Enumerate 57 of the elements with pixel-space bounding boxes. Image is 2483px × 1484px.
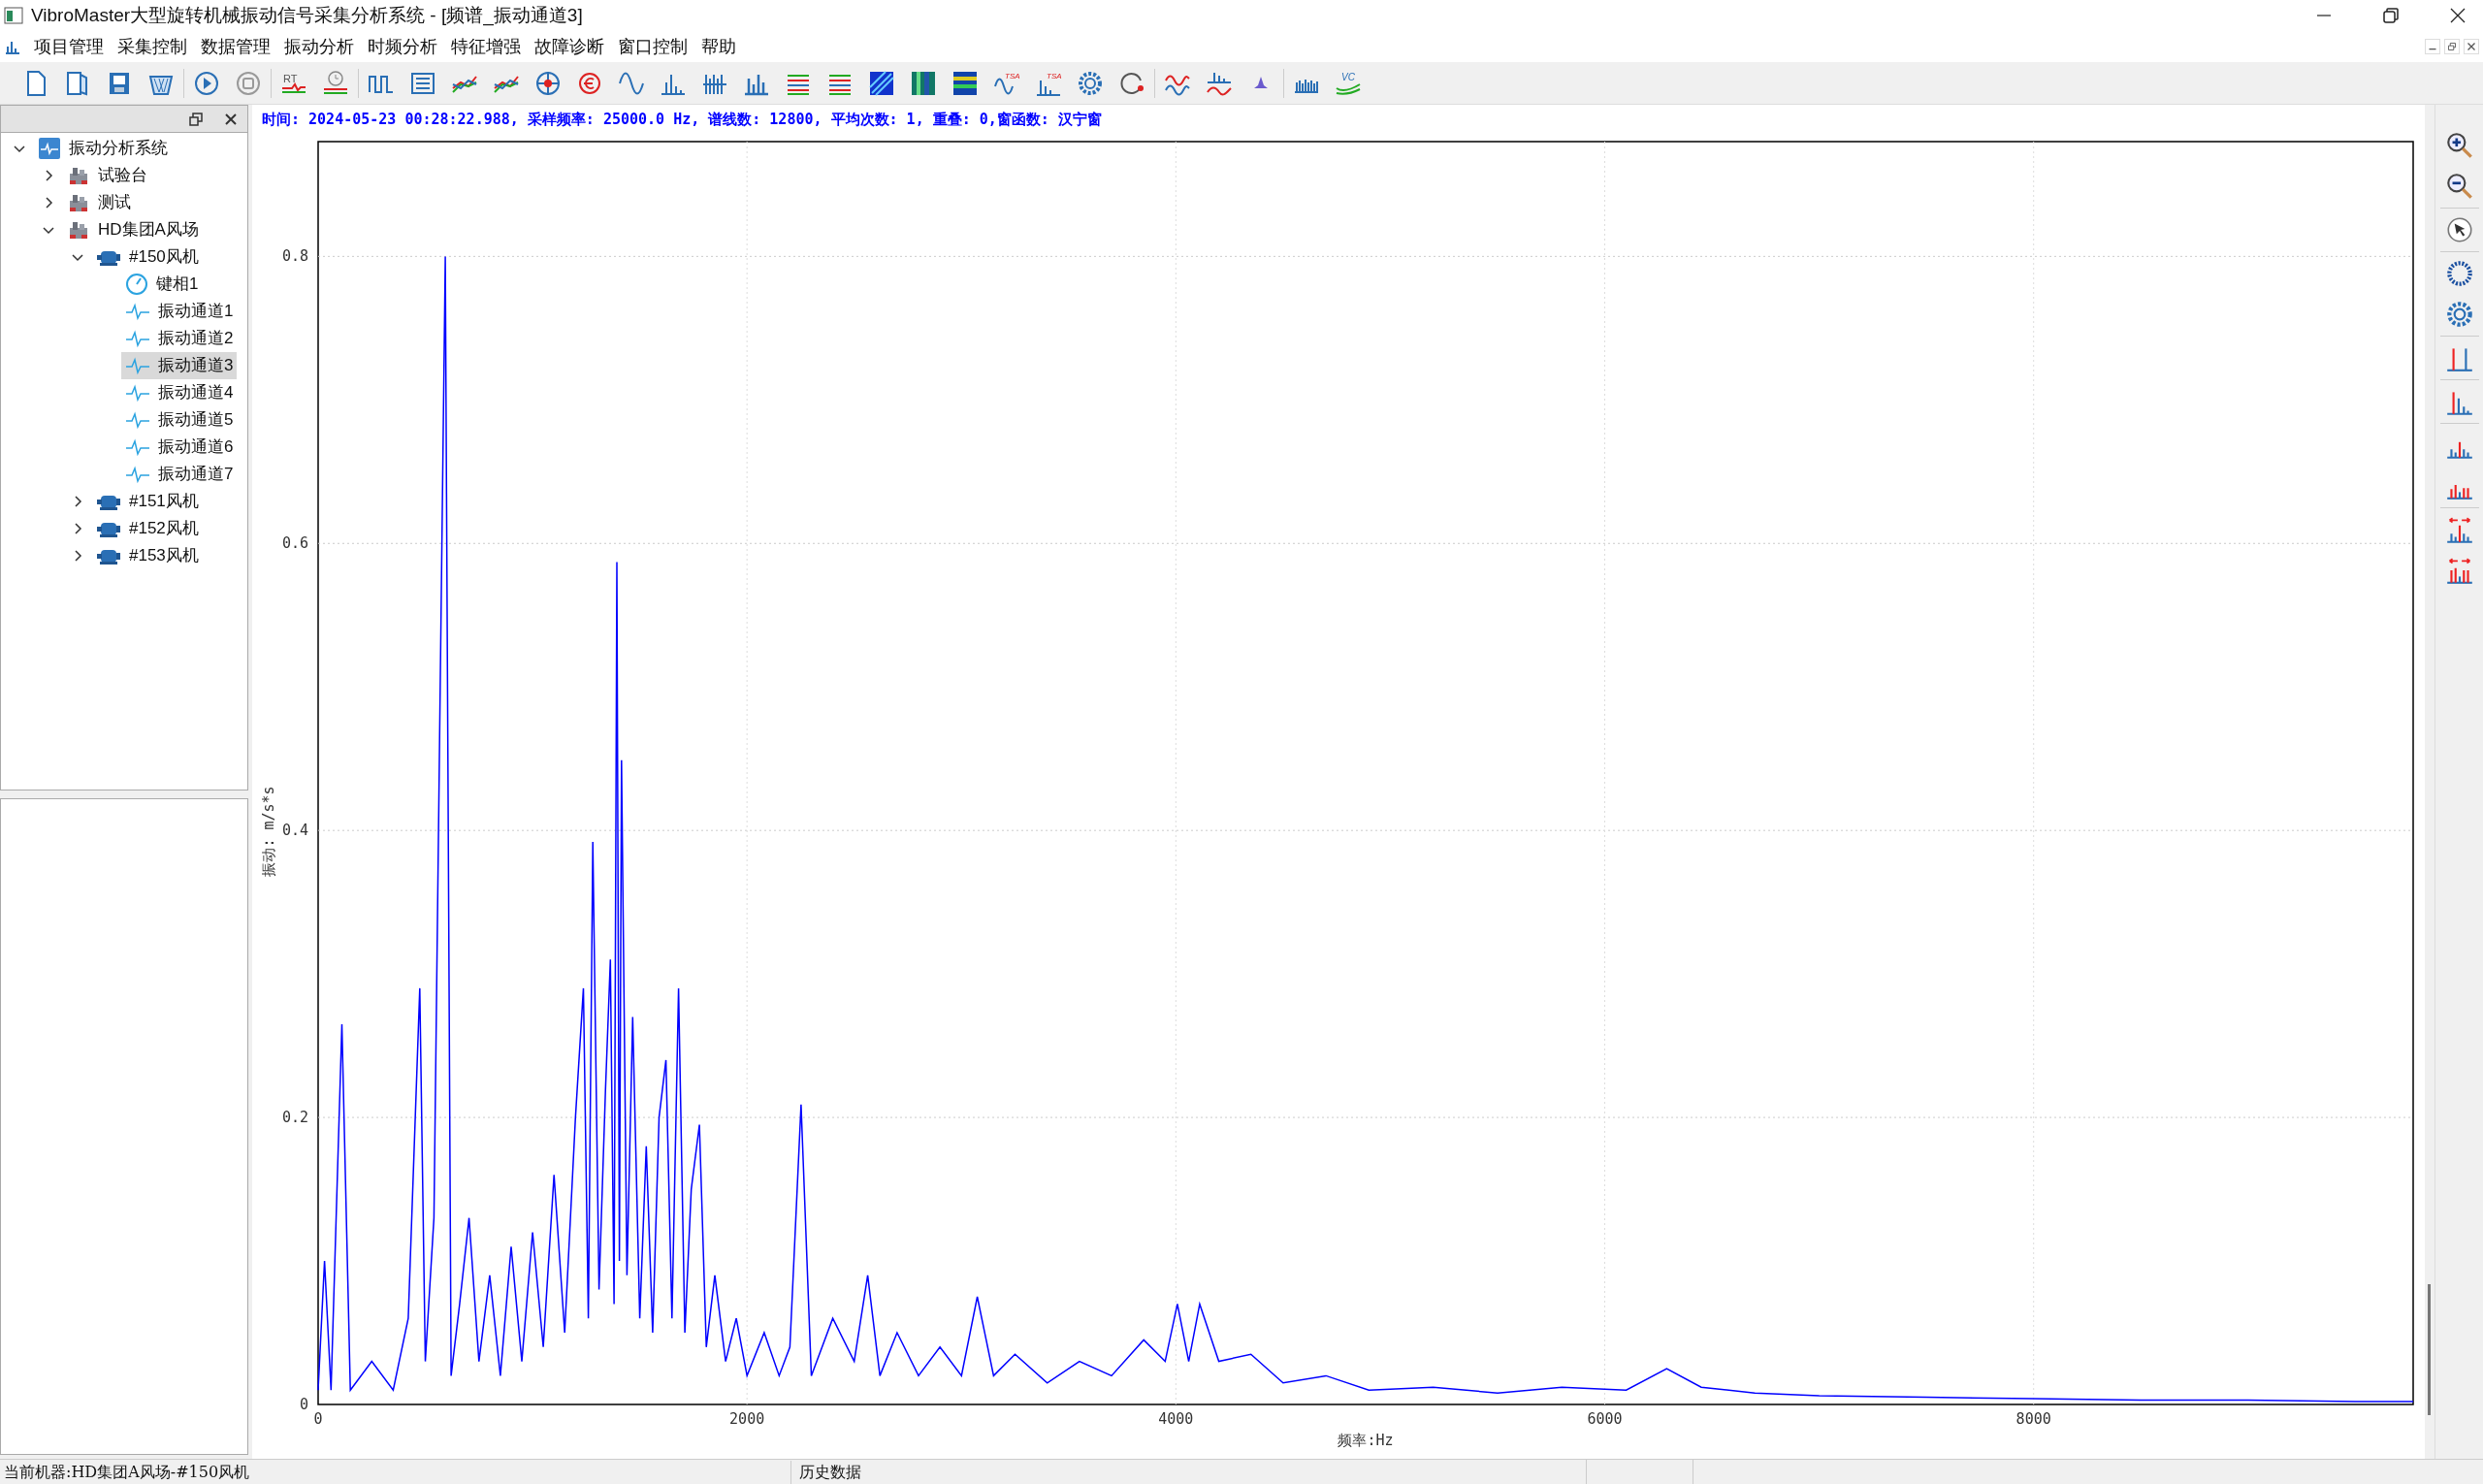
waveform-icon <box>125 465 150 484</box>
menu-item[interactable]: 故障诊断 <box>528 33 611 60</box>
tree-item[interactable]: 振动通道5 <box>121 406 238 434</box>
x-tick-label: 0 <box>313 1410 323 1428</box>
y-tick-label: 0.6 <box>281 534 308 553</box>
x-tick-label: 4000 <box>1158 1410 1194 1428</box>
app-icon <box>4 6 23 25</box>
tree-item[interactable]: #150风机 <box>92 243 203 271</box>
minimize-icon[interactable] <box>2425 39 2440 54</box>
tree-item[interactable]: 振动通道2 <box>121 325 238 352</box>
heatmap-icon[interactable] <box>867 68 896 98</box>
scrollbar[interactable] <box>2428 1284 2431 1415</box>
x-tick-label: 6000 <box>1587 1410 1623 1428</box>
x-tick-label: 2000 <box>729 1410 765 1428</box>
tree-item[interactable]: #152风机 <box>92 515 203 542</box>
menu-item[interactable]: 时频分析 <box>361 33 444 60</box>
menu-item[interactable]: 帮助 <box>694 33 743 60</box>
waveform-icon <box>125 329 150 348</box>
waveform-icon <box>38 137 61 160</box>
tree-item[interactable]: #153风机 <box>92 542 203 569</box>
float-icon[interactable] <box>189 112 203 126</box>
close-icon[interactable] <box>224 112 238 126</box>
waveform-icon <box>125 410 150 430</box>
waveform-icon <box>125 383 150 403</box>
chart-info: 时间: 2024-05-23 00:28:22.988, 采样频率: 25000.0 Hz, 谱线数: 12800, 平均次数: 1, 重叠: 0,窗函数: 汉宁窗 <box>261 109 1103 130</box>
tree-item[interactable]: #151风机 <box>92 488 203 515</box>
x-axis-title: 频率:Hz <box>1338 1432 1394 1449</box>
menu-item[interactable]: 振动分析 <box>277 33 361 60</box>
gauge-icon <box>125 273 148 296</box>
restore-icon[interactable] <box>2444 39 2460 54</box>
tree-item[interactable]: 振动通道6 <box>121 434 238 461</box>
menu-item[interactable]: 特征增强 <box>444 33 528 60</box>
menu-item[interactable]: 项目管理 <box>27 33 111 60</box>
y-tick-label: 0.2 <box>281 1109 308 1127</box>
tree-item[interactable]: 振动通道7 <box>121 461 238 488</box>
status-text: 当前机器:HD集团A风场-#150风机 <box>3 1461 251 1483</box>
tree-item[interactable]: 振动通道3 <box>121 352 238 379</box>
y-axis-title: 振动: m/s*s <box>260 786 277 877</box>
y-tick-label: 0.8 <box>281 247 308 266</box>
tree-item[interactable]: HD集团A风场 <box>63 216 203 243</box>
waveform-icon <box>125 302 150 321</box>
window-title: VibroMaster大型旋转机械振动信号采集分析系统 - [频谱_振动通道3] <box>31 3 583 28</box>
tree-item[interactable]: 键相1 <box>121 271 203 298</box>
tree-item[interactable]: 试验台 <box>63 162 151 189</box>
tree-item[interactable]: 振动通道4 <box>121 379 238 406</box>
menu-item[interactable]: 窗口控制 <box>611 33 694 60</box>
menu-item[interactable]: 数据管理 <box>194 33 277 60</box>
y-tick-label: 0.4 <box>281 822 308 840</box>
y-tick-label: 0 <box>299 1396 308 1413</box>
menu-item[interactable]: 采集控制 <box>111 33 194 60</box>
tree-item[interactable]: 测试 <box>63 189 135 216</box>
tree-item[interactable]: 振动通道1 <box>121 298 238 325</box>
status-text: 历史数据 <box>790 1460 1586 1484</box>
waveform-icon <box>125 437 150 457</box>
x-tick-label: 8000 <box>2015 1410 2051 1428</box>
tree-item[interactable]: 振动分析系统 <box>34 135 172 162</box>
waveform-icon <box>125 356 150 375</box>
